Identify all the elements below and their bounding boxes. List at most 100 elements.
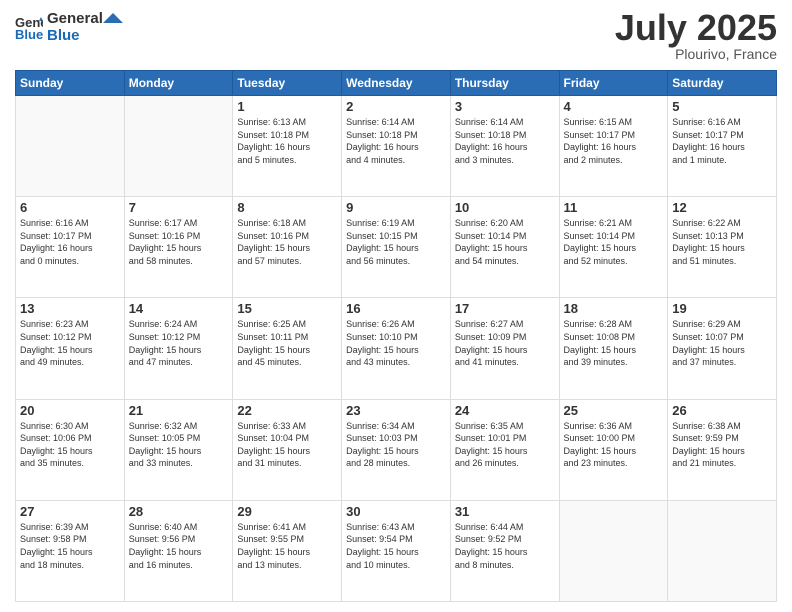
- day-info: Sunrise: 6:23 AM Sunset: 10:12 PM Daylig…: [20, 318, 120, 368]
- day-number: 12: [672, 200, 772, 215]
- calendar-table: Sunday Monday Tuesday Wednesday Thursday…: [15, 70, 777, 602]
- day-info: Sunrise: 6:18 AM Sunset: 10:16 PM Daylig…: [237, 217, 337, 267]
- header: General Blue General Blue July 2025 Plou…: [15, 10, 777, 62]
- header-row: Sunday Monday Tuesday Wednesday Thursday…: [16, 71, 777, 96]
- day-number: 5: [672, 99, 772, 114]
- day-number: 21: [129, 403, 229, 418]
- day-cell: 7 Sunrise: 6:17 AM Sunset: 10:16 PM Dayli…: [124, 197, 233, 298]
- day-info: Sunrise: 6:27 AM Sunset: 10:09 PM Daylig…: [455, 318, 555, 368]
- day-cell: [668, 500, 777, 601]
- week-row-1: 6 Sunrise: 6:16 AM Sunset: 10:17 PM Dayli…: [16, 197, 777, 298]
- day-number: 16: [346, 301, 446, 316]
- day-number: 1: [237, 99, 337, 114]
- col-friday: Friday: [559, 71, 668, 96]
- day-info: Sunrise: 6:38 AM Sunset: 9:59 PM Dayligh…: [672, 420, 772, 470]
- week-row-0: 1 Sunrise: 6:13 AM Sunset: 10:18 PM Dayli…: [16, 96, 777, 197]
- day-number: 24: [455, 403, 555, 418]
- day-number: 15: [237, 301, 337, 316]
- day-cell: 15 Sunrise: 6:25 AM Sunset: 10:11 PM Dayl…: [233, 298, 342, 399]
- day-number: 25: [564, 403, 664, 418]
- day-number: 6: [20, 200, 120, 215]
- day-cell: 31Sunrise: 6:44 AM Sunset: 9:52 PM Dayli…: [450, 500, 559, 601]
- day-info: Sunrise: 6:17 AM Sunset: 10:16 PM Daylig…: [129, 217, 229, 267]
- day-cell: 22 Sunrise: 6:33 AM Sunset: 10:04 PM Dayl…: [233, 399, 342, 500]
- calendar-body: 1 Sunrise: 6:13 AM Sunset: 10:18 PM Dayli…: [16, 96, 777, 602]
- day-info: Sunrise: 6:32 AM Sunset: 10:05 PM Daylig…: [129, 420, 229, 470]
- day-number: 19: [672, 301, 772, 316]
- day-number: 22: [237, 403, 337, 418]
- week-row-3: 20 Sunrise: 6:30 AM Sunset: 10:06 PM Dayl…: [16, 399, 777, 500]
- day-info: Sunrise: 6:14 AM Sunset: 10:18 PM Daylig…: [346, 116, 446, 166]
- day-cell: 29Sunrise: 6:41 AM Sunset: 9:55 PM Dayli…: [233, 500, 342, 601]
- day-cell: 2Sunrise: 6:14 AM Sunset: 10:18 PM Dayli…: [342, 96, 451, 197]
- day-number: 18: [564, 301, 664, 316]
- col-wednesday: Wednesday: [342, 71, 451, 96]
- day-cell: 6 Sunrise: 6:16 AM Sunset: 10:17 PM Dayli…: [16, 197, 125, 298]
- day-info: Sunrise: 6:33 AM Sunset: 10:04 PM Daylig…: [237, 420, 337, 470]
- day-number: 30: [346, 504, 446, 519]
- day-number: 7: [129, 200, 229, 215]
- day-info: Sunrise: 6:15 AM Sunset: 10:17 PM Daylig…: [564, 116, 664, 166]
- day-number: 31: [455, 504, 555, 519]
- day-info: Sunrise: 6:16 AM Sunset: 10:17 PM Daylig…: [20, 217, 120, 267]
- day-number: 28: [129, 504, 229, 519]
- day-number: 14: [129, 301, 229, 316]
- day-info: Sunrise: 6:20 AM Sunset: 10:14 PM Daylig…: [455, 217, 555, 267]
- day-cell: [124, 96, 233, 197]
- day-cell: 10 Sunrise: 6:20 AM Sunset: 10:14 PM Dayl…: [450, 197, 559, 298]
- logo-icon: General Blue: [15, 13, 43, 41]
- day-number: 20: [20, 403, 120, 418]
- day-number: 13: [20, 301, 120, 316]
- day-cell: 26 Sunrise: 6:38 AM Sunset: 9:59 PM Dayli…: [668, 399, 777, 500]
- day-cell: 24 Sunrise: 6:35 AM Sunset: 10:01 PM Dayl…: [450, 399, 559, 500]
- day-info: Sunrise: 6:36 AM Sunset: 10:00 PM Daylig…: [564, 420, 664, 470]
- month-title: July 2025: [615, 10, 777, 46]
- day-number: 10: [455, 200, 555, 215]
- day-info: Sunrise: 6:34 AM Sunset: 10:03 PM Daylig…: [346, 420, 446, 470]
- day-info: Sunrise: 6:22 AM Sunset: 10:13 PM Daylig…: [672, 217, 772, 267]
- logo-arrow-icon: [103, 13, 123, 33]
- day-number: 26: [672, 403, 772, 418]
- logo: General Blue General Blue: [15, 10, 123, 45]
- day-number: 27: [20, 504, 120, 519]
- day-info: Sunrise: 6:43 AM Sunset: 9:54 PM Dayligh…: [346, 521, 446, 571]
- day-info: Sunrise: 6:41 AM Sunset: 9:55 PM Dayligh…: [237, 521, 337, 571]
- day-cell: 11Sunrise: 6:21 AM Sunset: 10:14 PM Dayl…: [559, 197, 668, 298]
- day-cell: 4 Sunrise: 6:15 AM Sunset: 10:17 PM Dayli…: [559, 96, 668, 197]
- day-info: Sunrise: 6:26 AM Sunset: 10:10 PM Daylig…: [346, 318, 446, 368]
- day-number: 9: [346, 200, 446, 215]
- logo-blue: Blue: [47, 27, 103, 44]
- day-info: Sunrise: 6:35 AM Sunset: 10:01 PM Daylig…: [455, 420, 555, 470]
- col-thursday: Thursday: [450, 71, 559, 96]
- day-info: Sunrise: 6:16 AM Sunset: 10:17 PM Daylig…: [672, 116, 772, 166]
- logo-general: General: [47, 10, 103, 27]
- day-info: Sunrise: 6:24 AM Sunset: 10:12 PM Daylig…: [129, 318, 229, 368]
- svg-text:Blue: Blue: [15, 27, 43, 41]
- day-info: Sunrise: 6:30 AM Sunset: 10:06 PM Daylig…: [20, 420, 120, 470]
- day-number: 17: [455, 301, 555, 316]
- day-info: Sunrise: 6:25 AM Sunset: 10:11 PM Daylig…: [237, 318, 337, 368]
- day-number: 3: [455, 99, 555, 114]
- day-number: 8: [237, 200, 337, 215]
- day-info: Sunrise: 6:13 AM Sunset: 10:18 PM Daylig…: [237, 116, 337, 166]
- location: Plourivo, France: [615, 46, 777, 62]
- day-number: 23: [346, 403, 446, 418]
- day-cell: 12 Sunrise: 6:22 AM Sunset: 10:13 PM Dayl…: [668, 197, 777, 298]
- day-info: Sunrise: 6:28 AM Sunset: 10:08 PM Daylig…: [564, 318, 664, 368]
- day-cell: 14 Sunrise: 6:24 AM Sunset: 10:12 PM Dayl…: [124, 298, 233, 399]
- week-row-2: 13 Sunrise: 6:23 AM Sunset: 10:12 PM Dayl…: [16, 298, 777, 399]
- day-number: 4: [564, 99, 664, 114]
- day-cell: 1 Sunrise: 6:13 AM Sunset: 10:18 PM Dayli…: [233, 96, 342, 197]
- day-cell: 30 Sunrise: 6:43 AM Sunset: 9:54 PM Dayli…: [342, 500, 451, 601]
- day-cell: 28 Sunrise: 6:40 AM Sunset: 9:56 PM Dayli…: [124, 500, 233, 601]
- day-cell: 5 Sunrise: 6:16 AM Sunset: 10:17 PM Dayli…: [668, 96, 777, 197]
- day-cell: 3 Sunrise: 6:14 AM Sunset: 10:18 PM Dayli…: [450, 96, 559, 197]
- day-info: Sunrise: 6:14 AM Sunset: 10:18 PM Daylig…: [455, 116, 555, 166]
- day-info: Sunrise: 6:39 AM Sunset: 9:58 PM Dayligh…: [20, 521, 120, 571]
- page: General Blue General Blue July 2025 Plou…: [0, 0, 792, 612]
- day-cell: 13 Sunrise: 6:23 AM Sunset: 10:12 PM Dayl…: [16, 298, 125, 399]
- day-cell: 17 Sunrise: 6:27 AM Sunset: 10:09 PM Dayl…: [450, 298, 559, 399]
- day-cell: 23 Sunrise: 6:34 AM Sunset: 10:03 PM Dayl…: [342, 399, 451, 500]
- day-info: Sunrise: 6:40 AM Sunset: 9:56 PM Dayligh…: [129, 521, 229, 571]
- day-cell: [16, 96, 125, 197]
